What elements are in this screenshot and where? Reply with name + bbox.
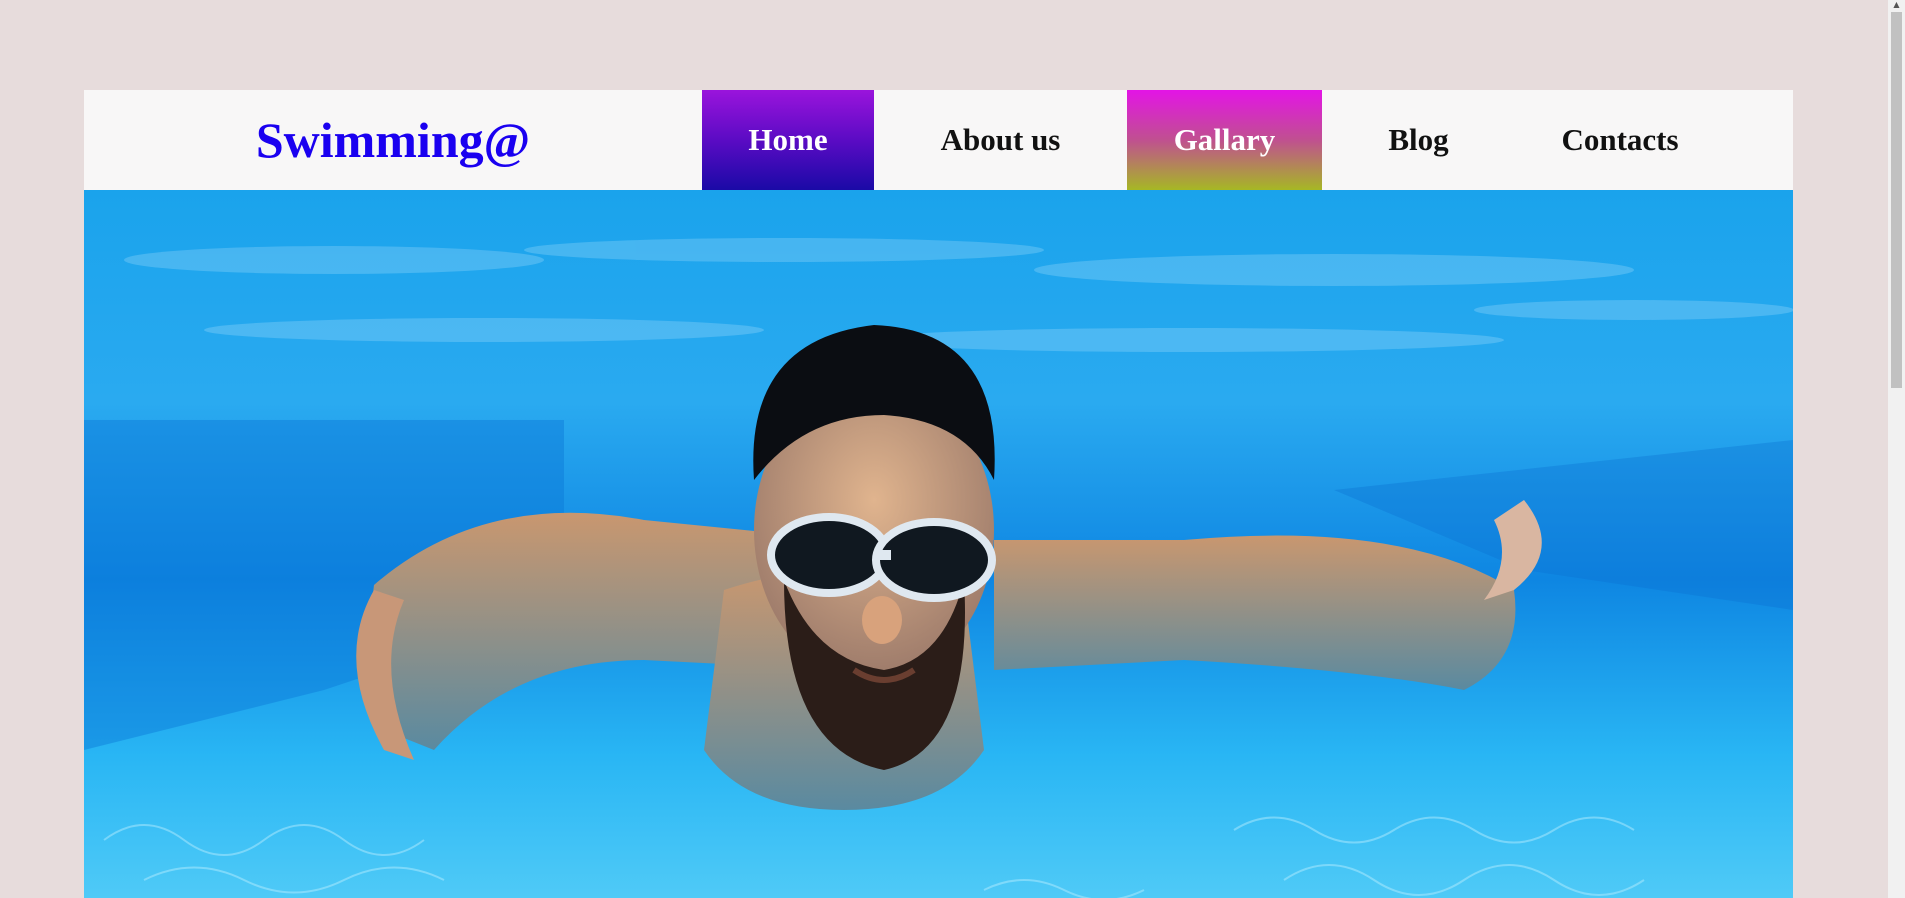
swimmer-illustration	[84, 190, 1793, 898]
hero-image	[84, 190, 1793, 898]
nav-contacts[interactable]: Contacts	[1515, 90, 1725, 190]
site-header: Swimming@ Home About us Gallary Blog Con…	[84, 90, 1793, 190]
scrollbar-thumb[interactable]	[1891, 12, 1902, 388]
nav-gallary[interactable]: Gallary	[1127, 90, 1322, 190]
triangle-up-icon[interactable]: ▲	[1891, 0, 1902, 10]
nav-home[interactable]: Home	[702, 90, 874, 190]
site-container: Swimming@ Home About us Gallary Blog Con…	[84, 90, 1793, 898]
nav-blog[interactable]: Blog	[1322, 90, 1515, 190]
site-logo[interactable]: Swimming@	[84, 90, 702, 190]
page-scrollbar[interactable]: ▲	[1888, 0, 1905, 898]
main-nav: Home About us Gallary Blog Contacts	[702, 90, 1725, 190]
page: Swimming@ Home About us Gallary Blog Con…	[0, 0, 1905, 898]
nav-about-us[interactable]: About us	[874, 90, 1127, 190]
